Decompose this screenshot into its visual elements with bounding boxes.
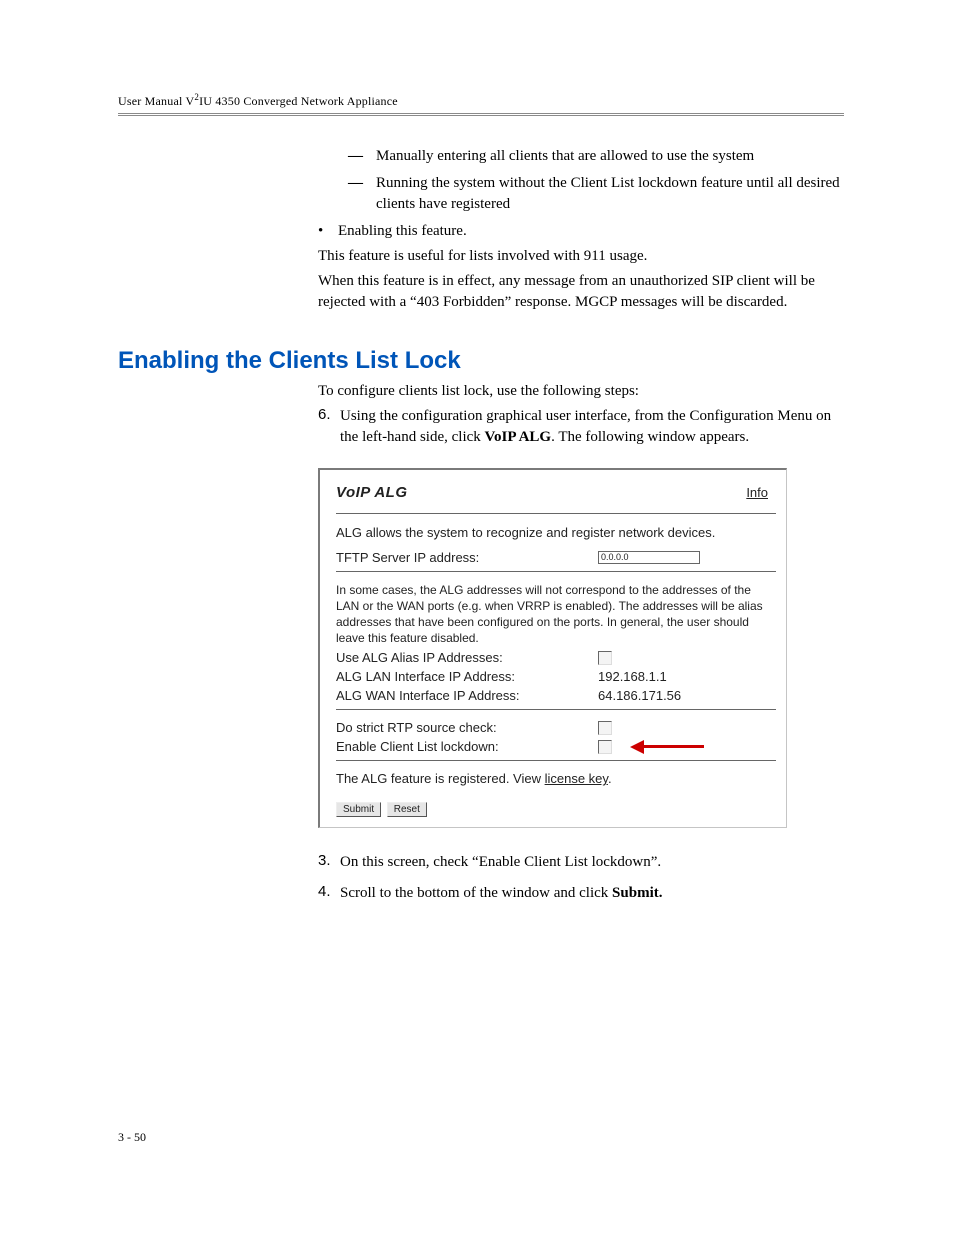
wan-label: ALG WAN Interface IP Address:: [336, 688, 598, 703]
bullet-text: Enabling this feature.: [338, 221, 467, 242]
dash-marker: —: [348, 173, 376, 215]
submit-button[interactable]: Submit: [336, 802, 381, 817]
reset-button[interactable]: Reset: [387, 802, 427, 817]
rtp-label: Do strict RTP source check:: [336, 720, 598, 735]
dash-text: Manually entering all clients that are a…: [376, 146, 754, 167]
bullet-marker: •: [318, 221, 338, 242]
tftp-label: TFTP Server IP address:: [336, 550, 598, 565]
step-number: 6.: [318, 406, 340, 448]
alias-label: Use ALG Alias IP Addresses:: [336, 650, 598, 665]
alias-checkbox[interactable]: [598, 651, 612, 665]
header-text: User Manual V2IU 4350 Converged Network …: [118, 94, 398, 108]
step-number: 4.: [318, 883, 340, 904]
lockdown-checkbox[interactable]: [598, 740, 612, 754]
step-number: 3.: [318, 852, 340, 873]
paragraph: This feature is useful for lists involve…: [318, 246, 844, 267]
rtp-checkbox[interactable]: [598, 721, 612, 735]
section-heading: Enabling the Clients List Lock: [118, 347, 844, 375]
voip-alg-screenshot: VoIP ALG Info ALG allows the system to r…: [318, 468, 787, 828]
dash-marker: —: [348, 146, 376, 167]
tftp-input[interactable]: 0.0.0.0: [598, 551, 700, 564]
license-key-link[interactable]: license key: [545, 771, 608, 786]
step-bold: Submit.: [612, 885, 662, 901]
info-link[interactable]: Info: [746, 485, 768, 500]
dash-item: — Manually entering all clients that are…: [348, 146, 844, 167]
wan-value: 64.186.171.56: [598, 688, 681, 703]
page-number: 3 - 50: [118, 1130, 146, 1145]
step-3: 3. On this screen, check “Enable Client …: [318, 852, 844, 873]
lan-label: ALG LAN Interface IP Address:: [336, 669, 598, 684]
step-text: . The following window appears.: [551, 429, 749, 445]
step-4: 4. Scroll to the bottom of the window an…: [318, 883, 844, 904]
lockdown-label: Enable Client List lockdown:: [336, 739, 598, 754]
running-header: User Manual V2IU 4350 Converged Network …: [118, 92, 844, 116]
panel-description: ALG allows the system to recognize and r…: [336, 524, 774, 542]
step-6: 6. Using the configuration graphical use…: [318, 406, 844, 448]
panel-title: VoIP ALG: [336, 484, 408, 501]
intro-text: To configure clients list lock, use the …: [318, 381, 844, 402]
paragraph: When this feature is in effect, any mess…: [318, 271, 844, 313]
callout-arrow: [630, 740, 704, 754]
alias-note: In some cases, the ALG addresses will no…: [336, 582, 774, 647]
license-prefix: The ALG feature is registered. View: [336, 771, 545, 786]
dash-text: Running the system without the Client Li…: [376, 173, 844, 215]
step-text: On this screen, check “Enable Client Lis…: [340, 852, 661, 873]
license-suffix: .: [608, 771, 612, 786]
dash-item: — Running the system without the Client …: [348, 173, 844, 215]
step-bold: VoIP ALG: [485, 429, 552, 445]
lan-value: 192.168.1.1: [598, 669, 667, 684]
license-text: The ALG feature is registered. View lice…: [336, 771, 786, 786]
bullet-item: • Enabling this feature.: [318, 221, 844, 242]
step-text: Scroll to the bottom of the window and c…: [340, 885, 612, 901]
